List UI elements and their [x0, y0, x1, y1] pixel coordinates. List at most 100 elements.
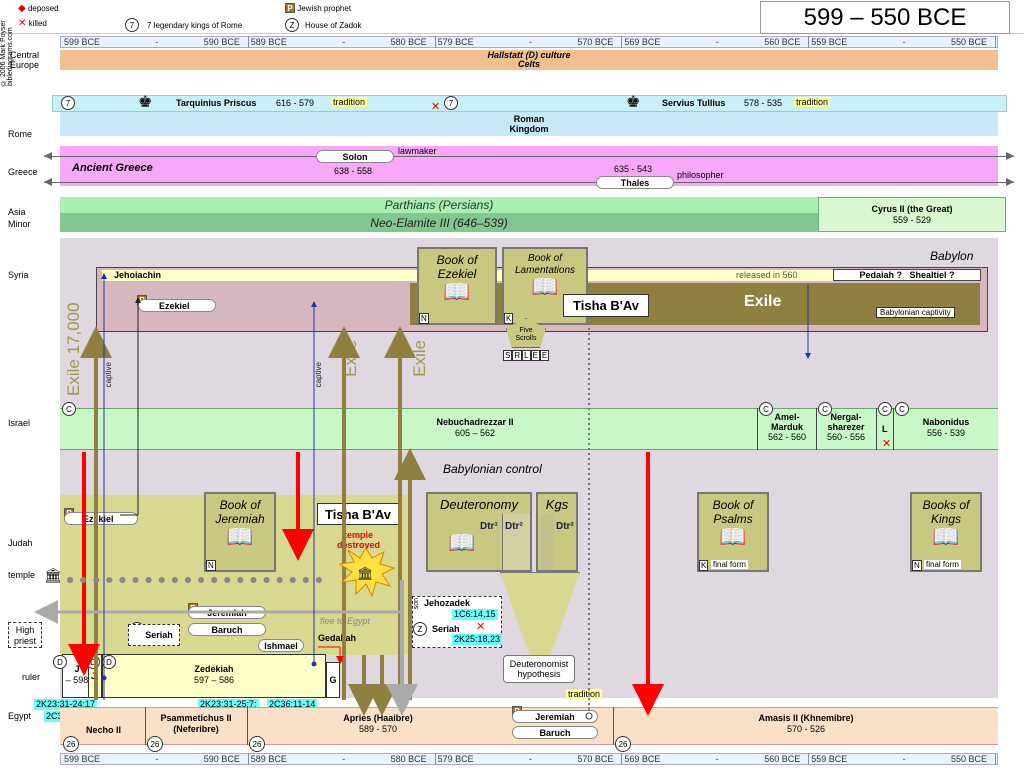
babylonian-control-label: Babylonian control — [443, 462, 542, 476]
apries-name: Apries (Haaibre) — [343, 713, 413, 723]
flee-to-egypt-label: flee to Egypt — [320, 616, 371, 626]
zedekiah-name: Zedekiah — [194, 664, 234, 674]
book-deuteronomy-title: Deuteronomy — [439, 497, 519, 512]
dynasty-26-icon: 26 — [615, 736, 631, 752]
chaldean-icon: C — [62, 402, 76, 416]
axis-tick: 570 BCE — [577, 37, 614, 47]
seriah-label-2: Seriah — [432, 624, 460, 634]
book-ezekiel-title: Book of Ezekiel — [436, 253, 478, 281]
legend-prophet: P Jewish prophet — [285, 3, 351, 13]
exile-17000-label: Exile 17,000 — [64, 302, 83, 396]
axis-divider — [434, 36, 436, 48]
celts-label: Celts — [517, 59, 540, 69]
open-book-icon: 📖 — [443, 279, 471, 304]
final-form-label: final form — [711, 560, 748, 569]
temple-destroyed-label: temple destroyed — [337, 530, 381, 550]
scroll-tag: E — [530, 350, 540, 361]
tisha-bav-judah: Tisha B'Av — [317, 503, 399, 525]
dtr2-label: Dtr² — [505, 521, 523, 532]
dynasty-26-icon: 26 — [147, 736, 163, 752]
baruch-pill-egypt: Baruch — [512, 726, 598, 739]
open-book-icon: 📖 — [531, 274, 559, 299]
axis-divider — [247, 753, 249, 765]
axis-tick: - — [529, 37, 532, 47]
solon-role: lawmaker — [398, 146, 437, 156]
row-label-syria: Syria — [8, 270, 29, 280]
axis-tick: - — [715, 37, 719, 47]
book-psalms-title: Book of Psalms — [712, 498, 754, 526]
ruler-j2-name: J — [91, 671, 97, 681]
book-kgs-title: Kgs — [545, 497, 569, 512]
row-label-asia-minor: Asia Minor — [8, 207, 31, 229]
amasis-dates: 570 - 526 — [786, 724, 826, 734]
gedaliah-ruler-box: G — [326, 662, 340, 698]
open-book-icon: 📖 — [932, 524, 960, 549]
open-book-icon: 📖 — [719, 524, 747, 549]
greece-band — [60, 146, 998, 186]
exile-label: Exile — [744, 293, 782, 310]
psammetichus-label: Psammetichus II (Neferibre) — [160, 713, 232, 734]
roman-kingdom-band: Roman Kingdom — [60, 112, 998, 136]
axis-tick: 569 BCE — [624, 754, 661, 764]
ref-2k25[interactable]: 2K25:18,23 — [452, 634, 503, 645]
captivity-badge: Babylonian captivity — [876, 307, 955, 318]
legend-zadok: Z House of Zadok — [285, 18, 361, 32]
legend-killed: ✕ killed — [18, 18, 47, 29]
book-kings-title: Books of Kings — [922, 498, 970, 526]
axis-tick: 560 BCE — [764, 754, 801, 764]
thales-pill: Thales — [596, 176, 674, 189]
axis-tick: 550 BCE — [951, 754, 988, 764]
axis-tick: 580 BCE — [390, 37, 427, 47]
axis-divider — [621, 36, 623, 48]
row-label-israel: Israel — [8, 418, 31, 428]
amasis-name: Amasis II (Khnemibre) — [758, 713, 854, 723]
ref-1c6[interactable]: 1C6:14,15 — [452, 609, 498, 620]
captive-label: captive — [104, 362, 113, 388]
row-label-temple: temple — [8, 570, 36, 580]
zedekiah-label: Zedekiah 597 – 586 — [102, 664, 326, 686]
row-label-greece: Greece — [8, 167, 38, 177]
nebuchadrezzar-box: Nebuchadrezzar II 605 – 562 — [380, 417, 570, 439]
shealtiel-label: Shealtiel ? — [909, 270, 955, 280]
row-label-high-priest: High priest — [8, 622, 42, 648]
dynasty-26-icon: 26 — [63, 736, 79, 752]
axis-divider — [995, 753, 996, 765]
divider — [893, 408, 894, 450]
deposed-icon: ◆ — [18, 3, 26, 14]
exile-label-3: Exile — [410, 340, 429, 377]
ishmael-pill: Ishmael — [258, 639, 304, 652]
jeremiah-pill-egypt: Jeremiah — [512, 710, 598, 723]
killed-icon: ✕ — [18, 18, 27, 29]
axis-divider — [808, 36, 810, 48]
axis-tick: - — [902, 754, 906, 764]
final-form-label: final form — [924, 560, 961, 569]
dtr1-label: Dtr¹ — [480, 521, 498, 532]
row-label-ruler: ruler — [22, 672, 41, 682]
row-label-central-europe: Central Europe — [10, 50, 40, 70]
amel-box: Amel- Marduk 562 - 560 — [758, 412, 816, 442]
greece-arrow-line — [44, 156, 1014, 157]
axis-tick: 579 BCE — [437, 754, 474, 764]
book-jeremiah-title: Book of Jeremiah — [215, 498, 265, 526]
nabonidus-dates: 556 - 539 — [926, 428, 966, 438]
book-ezekiel: Book of Ezekiel 📖 — [417, 247, 497, 325]
deut-hypothesis: Deuteronomist hypothesis — [503, 655, 575, 683]
axis-tick: - — [902, 37, 906, 47]
seven-kings-icon: 7 — [61, 96, 75, 110]
axis-tick: 569 BCE — [624, 37, 661, 47]
cyrus-name: Cyrus II (the Great) — [871, 203, 953, 214]
ruler-j-dates: – 598 — [65, 675, 89, 685]
temple-icon: 🏛 — [44, 567, 62, 583]
axis-divider — [995, 36, 996, 48]
pedaiah-shealtiel: Pedaiah ? Shealtiel ? — [833, 269, 981, 281]
parthians-band: Parthians (Persians) — [60, 197, 818, 213]
cyrus-box: Cyrus II (the Great) 559 - 529 — [818, 197, 1006, 232]
jeremiah-pill: Jeremiah — [188, 606, 266, 619]
amasis-box: Amasis II (Khnemibre) 570 - 526 — [614, 713, 998, 735]
thales-role: philosopher — [677, 170, 724, 180]
ancient-greece-label: Ancient Greece — [72, 162, 153, 174]
axis-tick: 550 BCE — [951, 37, 988, 47]
dtr2-kgs-label: Dtr² — [556, 521, 574, 532]
babylon-label: Babylon — [930, 249, 974, 263]
tradition-badge: tradition — [794, 97, 831, 107]
